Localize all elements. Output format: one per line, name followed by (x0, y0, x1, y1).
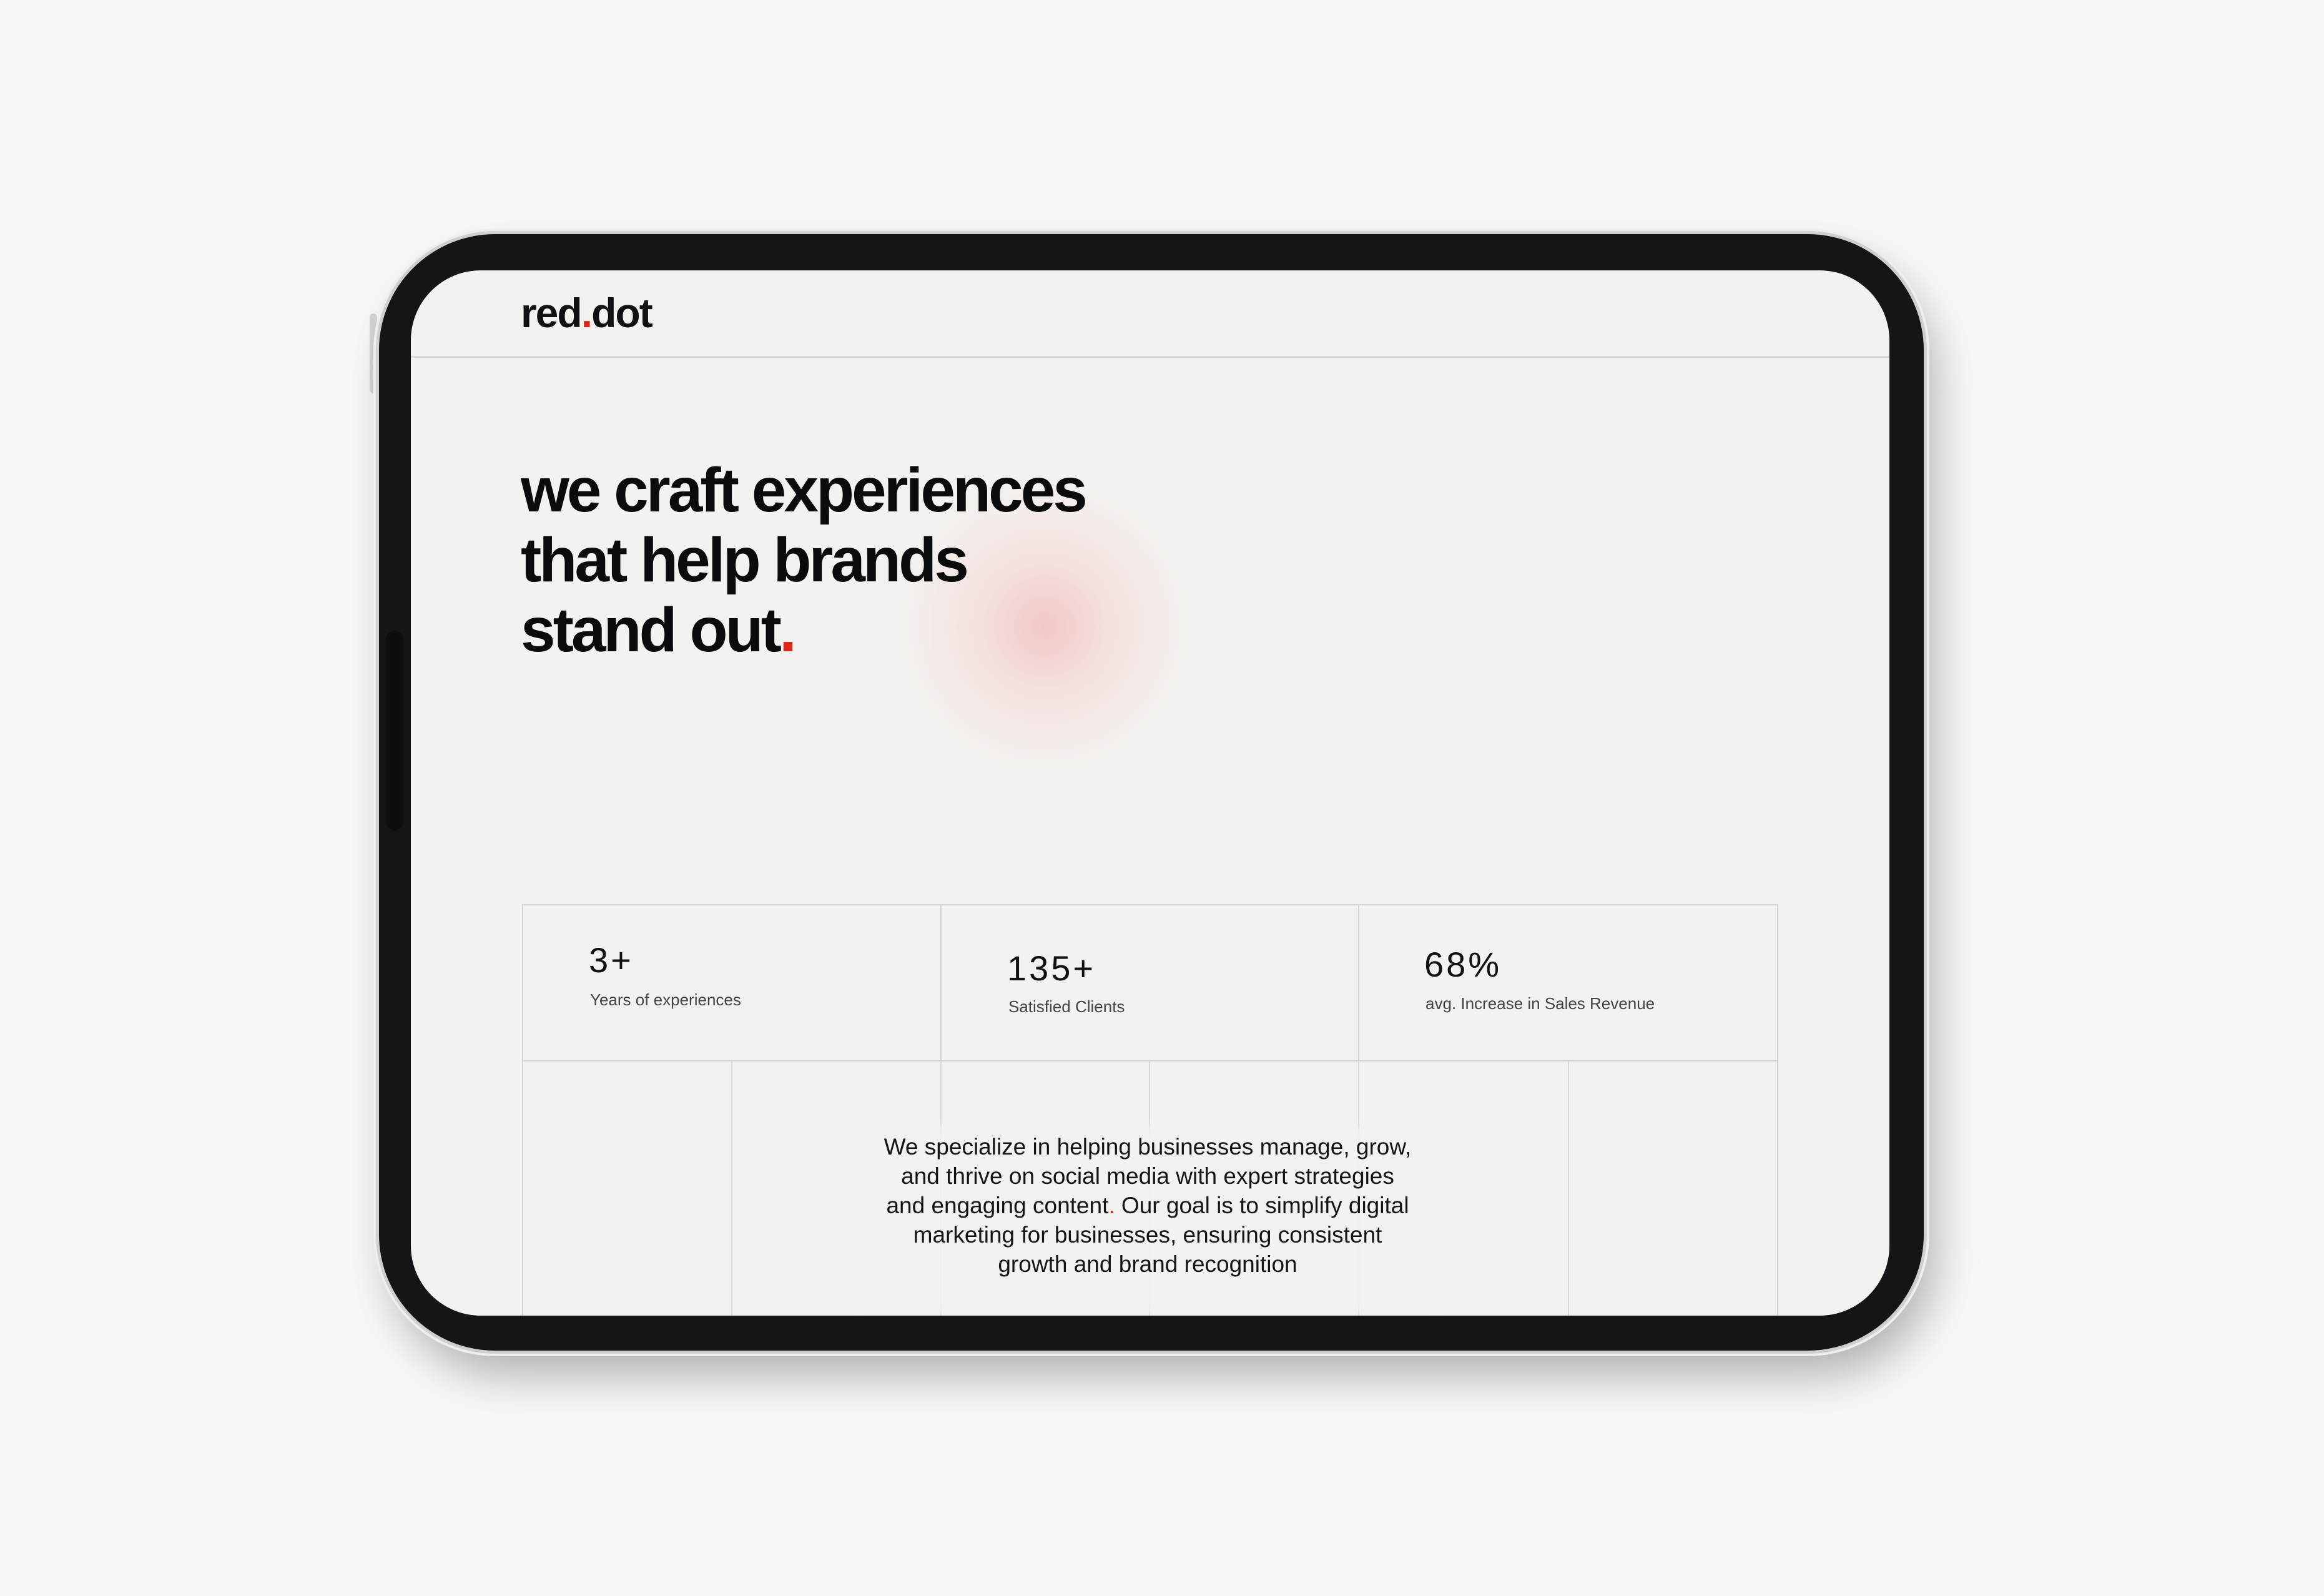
hero-headline: we craft experiences that help brands st… (521, 455, 1088, 665)
stat-clients: 135+ Satisfied Clients (942, 905, 1358, 1060)
headline-line-1: we craft experiences (521, 455, 1088, 525)
stat-clients-value: 135+ (1007, 948, 1096, 988)
intro-line-2: and thrive on social media with expert s… (901, 1163, 1394, 1189)
brand-logo[interactable]: red.dot (521, 289, 653, 337)
grid-line-1 (731, 1062, 732, 1316)
intro-line-4: marketing for businesses, ensuring consi… (913, 1222, 1382, 1248)
stat-clients-label: Satisfied Clients (1008, 997, 1125, 1016)
stat-years-value: 3+ (589, 940, 634, 980)
stat-revenue-label: avg. Increase in Sales Revenue (1425, 994, 1655, 1013)
stat-years-label: Years of experiences (590, 990, 741, 1009)
headline-accent-dot: . (779, 595, 797, 665)
intro-line-3-end: Our goal is to simplify digital (1115, 1193, 1409, 1218)
power-button (370, 313, 377, 393)
headline-line-3-text: stand out (521, 595, 782, 665)
headline-line-2: that help brands (521, 525, 969, 595)
grid-line-5 (1568, 1062, 1569, 1316)
intro-paragraph: We specialize in helping businesses mana… (835, 1132, 1460, 1279)
stats-grid: 3+ Years of experiences 135+ Satisfied C… (522, 904, 1778, 1062)
stat-years: 3+ Years of experiences (523, 905, 940, 1060)
stat-revenue-value: 68% (1424, 945, 1502, 984)
top-navigation: red.dot (411, 270, 1889, 358)
intro-line-3-start: and engaging content (886, 1193, 1109, 1218)
logo-text-red: red (521, 290, 583, 336)
tablet-screen: red.dot we craft experiences that help b… (411, 270, 1889, 1316)
intro-line-1: We specialize in helping businesses mana… (884, 1134, 1412, 1160)
intro-line-5: growth and brand recognition (998, 1251, 1297, 1277)
logo-red-dot: . (581, 290, 593, 336)
camera-strip (386, 631, 403, 830)
headline-line-3: stand out. (521, 595, 1085, 665)
stat-revenue: 68% avg. Increase in Sales Revenue (1359, 905, 1778, 1060)
intro-accent-dot: . (1108, 1193, 1115, 1218)
logo-text-dot: dot (591, 290, 653, 336)
